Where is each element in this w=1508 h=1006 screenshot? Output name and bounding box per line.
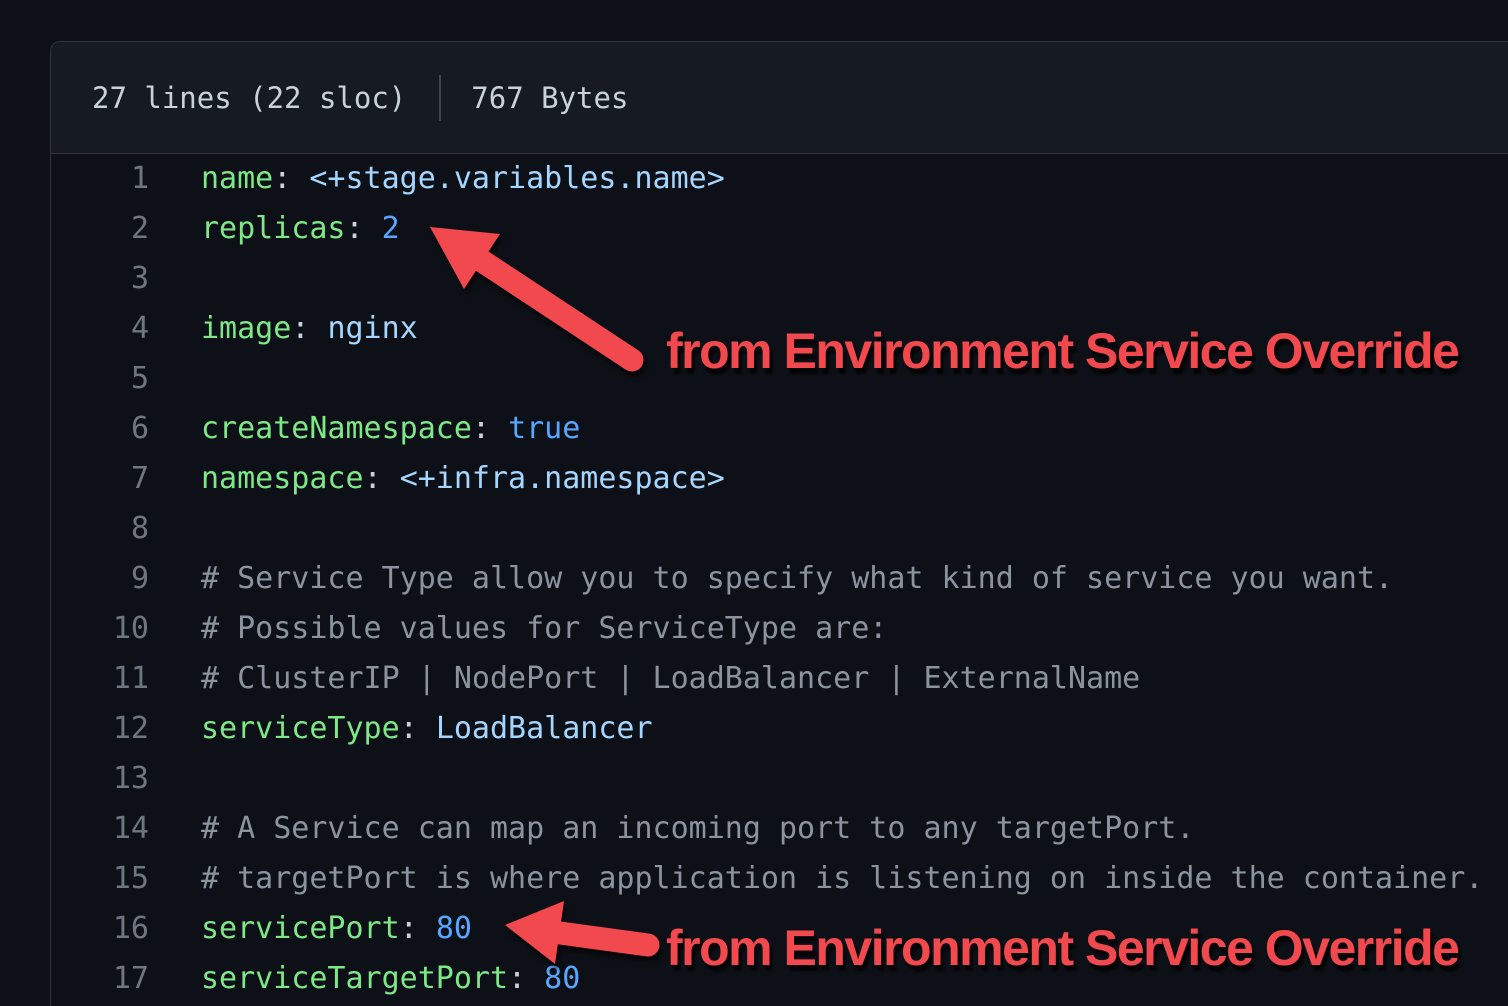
line-content: namespace: <+infra.namespace>	[149, 454, 725, 504]
line-number[interactable]: 3	[51, 254, 149, 304]
code-blob: 1name: <+stage.variables.name>2replicas:…	[51, 154, 1508, 1004]
line-number[interactable]: 9	[51, 554, 149, 604]
code-token-num: 80	[436, 911, 472, 946]
code-line: 6createNamespace: true	[51, 404, 1508, 454]
code-token-key: serviceType	[201, 711, 400, 746]
line-number[interactable]: 11	[51, 654, 149, 704]
line-content: # Service Type allow you to specify what…	[149, 554, 1393, 604]
code-line: 12serviceType: LoadBalancer	[51, 704, 1508, 754]
line-content: # Possible values for ServiceType are:	[149, 604, 887, 654]
code-token-num: 2	[382, 211, 400, 246]
annotation-label-top: from Environment Service Override	[666, 326, 1458, 376]
code-token-punct: :	[400, 711, 436, 746]
code-token-punct: :	[400, 911, 436, 946]
code-token-key: namespace	[201, 461, 364, 496]
code-token-punct: :	[346, 211, 382, 246]
code-token-str: nginx	[327, 311, 417, 346]
line-number[interactable]: 14	[51, 804, 149, 854]
code-token-key: createNamespace	[201, 411, 472, 446]
code-token-key: image	[201, 311, 291, 346]
code-line: 13	[51, 754, 1508, 804]
line-content: serviceTargetPort: 80	[149, 954, 580, 1004]
line-number[interactable]: 15	[51, 854, 149, 904]
line-number[interactable]: 7	[51, 454, 149, 504]
line-content	[149, 354, 201, 404]
line-number[interactable]: 12	[51, 704, 149, 754]
line-number[interactable]: 8	[51, 504, 149, 554]
code-line: 1name: <+stage.variables.name>	[51, 154, 1508, 204]
code-line: 9 # Service Type allow you to specify wha…	[51, 554, 1508, 604]
code-token-comment: # Service Type allow you to specify what…	[201, 561, 1393, 596]
file-size-info: 767 Bytes	[471, 81, 628, 115]
line-number[interactable]: 1	[51, 154, 149, 204]
line-content: createNamespace: true	[149, 404, 580, 454]
code-token-punct: :	[472, 411, 508, 446]
code-line: 15 # targetPort is where application is l…	[51, 854, 1508, 904]
file-header: 27 lines (22 sloc) 767 Bytes	[51, 42, 1508, 154]
code-token-comment: # ClusterIP | NodePort | LoadBalancer | …	[201, 661, 1140, 696]
code-token-num: 80	[544, 961, 580, 996]
line-content: # ClusterIP | NodePort | LoadBalancer | …	[149, 654, 1140, 704]
code-token-key: name	[201, 161, 273, 196]
code-token-comment: # A Service can map an incoming port to …	[201, 811, 1194, 846]
code-token-punct: :	[508, 961, 544, 996]
file-viewer-panel: 27 lines (22 sloc) 767 Bytes 1name: <+st…	[50, 41, 1508, 1006]
line-number[interactable]: 16	[51, 904, 149, 954]
code-token-punct: :	[273, 161, 309, 196]
header-divider	[439, 75, 441, 121]
line-content: # targetPort is where application is lis…	[149, 854, 1483, 904]
code-token-punct: :	[364, 461, 400, 496]
code-token-key: serviceTargetPort	[201, 961, 508, 996]
code-line: 2replicas: 2	[51, 204, 1508, 254]
code-line: 8	[51, 504, 1508, 554]
line-number[interactable]: 17	[51, 954, 149, 1004]
code-token-str: LoadBalancer	[436, 711, 653, 746]
code-token-str: <+infra.namespace>	[400, 461, 725, 496]
code-line: 7namespace: <+infra.namespace>	[51, 454, 1508, 504]
line-content: # A Service can map an incoming port to …	[149, 804, 1194, 854]
line-content: servicePort: 80	[149, 904, 472, 954]
line-content	[149, 254, 201, 304]
file-lines-info: 27 lines (22 sloc)	[92, 81, 406, 115]
line-content	[149, 504, 201, 554]
code-line: 14 # A Service can map an incoming port t…	[51, 804, 1508, 854]
code-line: 10 # Possible values for ServiceType are:	[51, 604, 1508, 654]
line-number[interactable]: 6	[51, 404, 149, 454]
line-number[interactable]: 10	[51, 604, 149, 654]
code-token-punct: :	[291, 311, 327, 346]
code-token-key: servicePort	[201, 911, 400, 946]
line-content: image: nginx	[149, 304, 418, 354]
code-line: 3	[51, 254, 1508, 304]
code-token-key: replicas	[201, 211, 346, 246]
annotation-label-bottom: from Environment Service Override	[666, 923, 1458, 973]
code-line: 11 # ClusterIP | NodePort | LoadBalancer …	[51, 654, 1508, 704]
line-number[interactable]: 5	[51, 354, 149, 404]
code-token-str: <+stage.variables.name>	[309, 161, 724, 196]
screenshot-root: 27 lines (22 sloc) 767 Bytes 1name: <+st…	[0, 0, 1508, 1006]
line-content: name: <+stage.variables.name>	[149, 154, 725, 204]
code-token-num: true	[508, 411, 580, 446]
line-number[interactable]: 4	[51, 304, 149, 354]
line-content: replicas: 2	[149, 204, 400, 254]
code-token-comment: # Possible values for ServiceType are:	[201, 611, 887, 646]
line-content	[149, 754, 201, 804]
line-number[interactable]: 13	[51, 754, 149, 804]
code-token-comment: # targetPort is where application is lis…	[201, 861, 1483, 896]
line-content: serviceType: LoadBalancer	[149, 704, 653, 754]
line-number[interactable]: 2	[51, 204, 149, 254]
